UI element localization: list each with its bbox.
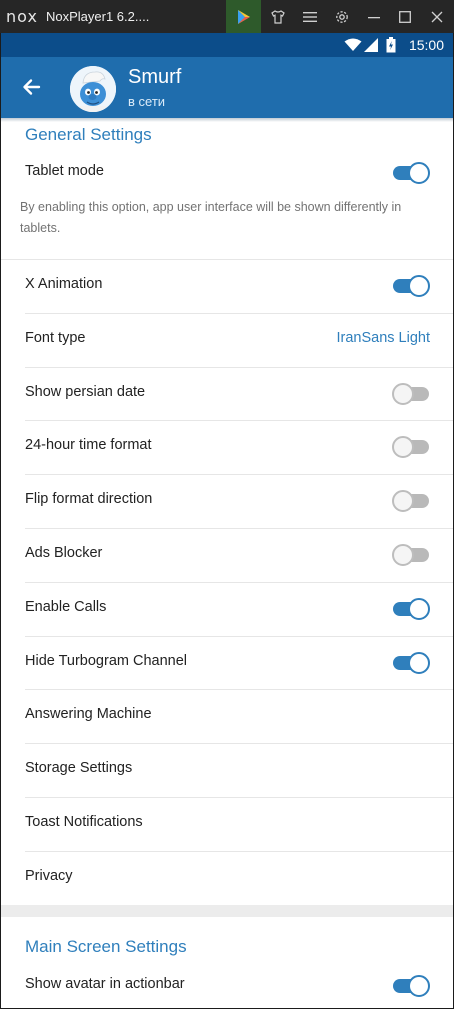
toast-notifications-row[interactable]: Toast Notifications (1, 797, 453, 851)
row-label: Enable Calls (25, 598, 107, 615)
privacy-row[interactable]: Privacy (1, 851, 453, 905)
chat-title: Smurf (128, 66, 182, 88)
24-hour-time-format-switch[interactable] (392, 435, 430, 459)
switch-thumb (392, 436, 414, 459)
tablet-mode-description: By enabling this option, app user interf… (20, 200, 402, 235)
menu-icon (303, 11, 317, 22)
main-screen-settings-header: Main Screen Settings (25, 937, 187, 956)
action-bar: Smurf в сети (1, 57, 453, 118)
switch-thumb (408, 275, 430, 297)
row-label: Show avatar in actionbar (25, 976, 185, 992)
switch-thumb (392, 382, 414, 405)
show-persian-date-row[interactable]: Show persian date (1, 367, 453, 421)
status-bar: 15:00 (1, 33, 453, 57)
menu-button[interactable] (295, 0, 325, 33)
24-hour-time-format-row[interactable]: 24-hour time format (1, 420, 453, 474)
tablet-mode-switch[interactable] (392, 161, 430, 185)
row-label: Toast Notifications (25, 814, 143, 830)
gear-icon (336, 10, 348, 23)
storage-settings-row[interactable]: Storage Settings (1, 743, 453, 797)
row-label: Answering Machine (25, 706, 152, 723)
ads-blocker-row[interactable]: Ads Blocker (1, 528, 453, 582)
show-avatar-in-actionbar-switch[interactable] (392, 974, 430, 998)
section-separator (1, 905, 453, 917)
row-label: Font type (25, 329, 86, 346)
minimize-button[interactable] (359, 0, 389, 33)
show-persian-date-switch[interactable] (392, 382, 430, 406)
font-type-row[interactable]: Font type IranSans Light (1, 313, 453, 367)
battery-icon (386, 37, 396, 53)
row-label: Privacy (25, 867, 73, 884)
row-label: Flip format direction (25, 491, 153, 508)
enable-calls-switch[interactable] (392, 597, 430, 621)
settings-button[interactable] (327, 0, 357, 33)
close-button[interactable] (422, 0, 452, 33)
x-animation-switch[interactable] (392, 274, 430, 298)
x-animation-row[interactable]: X Animation (1, 259, 453, 313)
chat-status: в сети (128, 94, 166, 109)
show-avatar-in-actionbar-row[interactable]: Show avatar in actionbar (1, 959, 453, 1008)
emulator-title: NoxPlayer1 6.2.... (46, 9, 150, 24)
answering-machine-row[interactable]: Answering Machine (1, 689, 453, 743)
play-store-button[interactable] (226, 0, 261, 33)
enable-calls-row[interactable]: Enable Calls (1, 582, 453, 636)
back-button[interactable] (17, 72, 47, 102)
close-icon (431, 11, 443, 22)
status-clock: 15:00 (408, 37, 444, 53)
ads-blocker-switch[interactable] (392, 543, 430, 567)
avatar[interactable] (70, 66, 116, 112)
android-screen: 15:00 Smurf в сети General Settings Tabl… (1, 33, 453, 1008)
emulator-title-bar: nox NoxPlayer1 6.2.... (0, 0, 454, 33)
flip-format-direction-row[interactable]: Flip format direction (1, 474, 453, 528)
hide-turbogram-channel-switch[interactable] (392, 651, 430, 675)
row-label: Ads Blocker (25, 545, 103, 561)
theme-button[interactable] (263, 0, 293, 33)
row-label: Hide Turbogram Channel (25, 652, 188, 669)
back-arrow-icon (23, 79, 41, 95)
emulator-window: nox NoxPlayer1 6.2.... 15:00 Smurf в сет… (0, 0, 454, 1009)
flip-format-direction-switch[interactable] (392, 489, 430, 513)
row-label: Show persian date (25, 383, 146, 400)
row-label: Tablet mode (25, 163, 104, 179)
switch-thumb (408, 651, 430, 674)
row-label: Storage Settings (25, 760, 133, 777)
switch-thumb (392, 490, 414, 513)
wifi-icon (344, 38, 362, 51)
switch-thumb (392, 544, 414, 566)
font-type-value: IranSans Light (336, 329, 430, 346)
signal-icon (364, 38, 378, 52)
row-label: 24-hour time format (25, 437, 152, 454)
action-bar-shadow (1, 118, 453, 122)
smurf-avatar-icon (70, 66, 116, 112)
minimize-icon (368, 16, 380, 18)
switch-thumb (408, 597, 430, 620)
maximize-icon (399, 10, 411, 23)
tablet-mode-row[interactable]: Tablet mode (1, 146, 453, 200)
switch-thumb (408, 162, 430, 184)
maximize-button[interactable] (390, 0, 420, 33)
hide-turbogram-channel-row[interactable]: Hide Turbogram Channel (1, 636, 453, 690)
shirt-icon (271, 9, 285, 24)
play-store-icon (237, 9, 250, 24)
general-settings-header: General Settings (25, 125, 152, 144)
switch-thumb (408, 975, 430, 997)
nox-logo: nox (6, 7, 38, 26)
row-label: X Animation (25, 276, 103, 292)
